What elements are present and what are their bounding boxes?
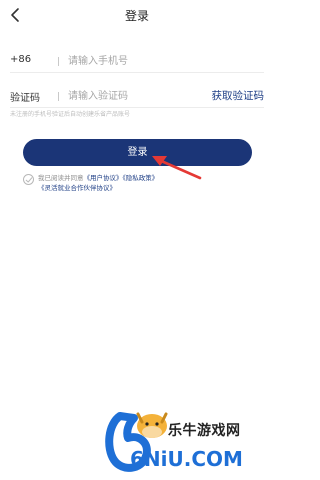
divider <box>58 57 59 66</box>
cow-logo-icon: 6NiU.COM <box>105 412 243 472</box>
watermark-text: 乐牛游戏网 <box>168 423 241 439</box>
partner-agreement-link[interactable]: 《灵活就业合作伙伴协议》 <box>38 184 116 192</box>
login-button[interactable]: 登录 <box>23 139 252 166</box>
country-code[interactable]: +86 <box>10 54 31 65</box>
code-row: 验证码 获取验证码 <box>10 86 264 108</box>
code-input[interactable] <box>68 87 198 105</box>
logo-text: 6NiU.COM <box>130 447 243 471</box>
get-code-button[interactable]: 获取验证码 <box>212 88 265 103</box>
agree-checkbox[interactable] <box>23 174 34 185</box>
code-label: 验证码 <box>10 93 40 104</box>
phone-input[interactable] <box>68 52 258 70</box>
hint-text: 未注册的手机号验证后自动创建乐省产品账号 <box>10 111 131 118</box>
privacy-policy-link[interactable]: 《隐私政策》 <box>123 174 159 182</box>
phone-row: +86 <box>10 51 264 73</box>
agreement-text: 我已阅读并同意《用户协议》《隐私政策》 《灵活就业合作伙伴协议》 <box>38 173 258 193</box>
page-title: 登录 <box>124 9 149 23</box>
agreement-prefix: 我已阅读并同意 <box>38 174 84 182</box>
user-agreement-link[interactable]: 《用户协议》 <box>84 174 123 182</box>
divider <box>58 92 59 101</box>
agreement-row: 我已阅读并同意《用户协议》《隐私政策》 《灵活就业合作伙伴协议》 <box>23 173 263 197</box>
watermark: 6NiU.COM 乐牛游戏网 <box>100 402 270 478</box>
header: 登录 <box>0 0 274 30</box>
checkmark-icon <box>25 177 33 183</box>
